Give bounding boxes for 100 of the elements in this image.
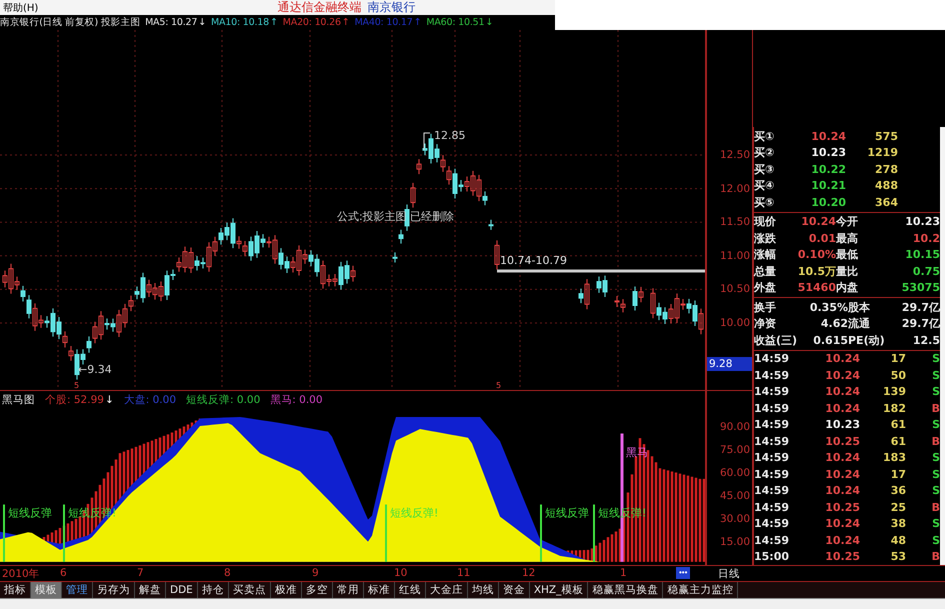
tick-time: 14:59 (754, 402, 790, 415)
template-tab[interactable]: 解盘 (135, 582, 166, 598)
stat-label: 外盘 (754, 280, 777, 296)
stat-label: 最低 (836, 247, 859, 262)
template-tab[interactable]: 管理 (62, 582, 93, 598)
tick-time: 14:59 (754, 534, 790, 547)
template-tab[interactable]: 买卖点 (228, 582, 271, 598)
indicator-name: 黑马图 (2, 393, 35, 407)
tick-price: 10.24 (824, 484, 860, 498)
tick-side: B (930, 550, 940, 564)
price-axis-label: 12.50 (720, 148, 751, 163)
month-label: 12 (522, 567, 536, 579)
price-axis-label: 10.50 (720, 282, 751, 298)
tick-volume: 139 (882, 385, 906, 398)
tick-volume: 36 (890, 484, 906, 498)
indicator-value: 短线反弹: 0.00 (186, 393, 260, 407)
tick-time: 14:59 (754, 352, 790, 366)
bid-price: 10.23 (810, 146, 846, 160)
more-button[interactable]: ••• (676, 567, 690, 579)
stat-label: 现价 (754, 214, 777, 230)
template-tab[interactable]: 资金 (498, 582, 530, 598)
template-tab[interactable]: 常用 (332, 582, 364, 598)
tick-price: 10.24 (824, 534, 860, 547)
tick-price: 10.25 (824, 550, 860, 564)
candlestick (416, 158, 422, 175)
help-menu[interactable]: 帮助(H) (0, 0, 42, 14)
tick-time: 14:59 (754, 517, 790, 530)
tick-price: 10.25 (824, 434, 860, 448)
indicator-axis-label: 30.00 (720, 512, 751, 527)
horse-label: 黑马 (626, 446, 648, 460)
indicator-value: 个股: 52.99↓ (45, 393, 114, 407)
tick-volume: 182 (882, 402, 906, 415)
range-label: 10.74-10.79 (500, 254, 567, 267)
tick-volume: 61 (890, 418, 906, 432)
stock-name: 南京银行 (367, 0, 416, 16)
stat-label: 量比 (836, 264, 859, 279)
tick-price: 10.24 (824, 451, 860, 464)
tick-price: 10.24 (824, 468, 860, 481)
template-tab[interactable]: 另存为 (93, 582, 135, 598)
tick-side: S (931, 451, 940, 464)
template-tab[interactable]: 红线 (394, 582, 426, 598)
tick-time: 14:59 (754, 468, 790, 481)
month-label: 8 (224, 567, 231, 579)
marker-label: 5 (496, 381, 502, 390)
tick-time: 14:59 (754, 500, 790, 514)
tick-price: 10.24 (824, 517, 860, 530)
stat-label: 今开 (836, 214, 859, 230)
stat-value: 10.2 (912, 232, 940, 245)
finance-label: 流通 (848, 316, 871, 332)
stat-label: 内盘 (836, 280, 859, 296)
finance-label: 换手 (754, 300, 777, 315)
template-tab[interactable]: 稳赢主力监控 (663, 582, 738, 598)
candlestick (494, 240, 500, 270)
template-tab[interactable]: 稳赢黑马换盘 (588, 582, 664, 598)
tick-price: 10.24 (824, 352, 860, 366)
moving-average-value: MA20: 10.26↑ (282, 17, 350, 28)
month-label: 6 (60, 567, 67, 579)
tick-price: 10.23 (824, 418, 860, 432)
tick-side: S (931, 385, 940, 398)
template-tab[interactable]: DDE (166, 582, 198, 598)
indicator-axis-label: 75.00 (720, 443, 751, 458)
bid-label: 买⑤ (754, 194, 776, 210)
stat-value: 10.24 (800, 215, 836, 228)
tick-side: S (931, 517, 940, 530)
tick-time: 15:00 (754, 550, 790, 564)
indicator-axis-label: 45.00 (720, 489, 751, 504)
tick-volume: 17 (890, 468, 906, 481)
finance-label: PE(动) (848, 332, 886, 348)
template-tab[interactable]: 标准 (364, 582, 395, 598)
finance-value: 0.35% (808, 300, 848, 314)
bid-price: 10.24 (810, 130, 846, 143)
template-tab[interactable]: 模板 (31, 582, 62, 598)
template-tab[interactable]: XHZ_模板 (530, 582, 588, 598)
tick-side: S (931, 368, 940, 382)
tick-side: B (930, 434, 940, 448)
bid-label: 买① (754, 128, 776, 144)
tick-volume: 48 (890, 534, 906, 547)
template-tab[interactable]: 均线 (468, 582, 499, 598)
bid-volume: 1219 (866, 146, 898, 160)
current-price-tag: 9.28 (707, 356, 752, 371)
tick-price: 10.24 (824, 368, 860, 382)
bid-volume: 575 (874, 130, 898, 143)
stat-value: 0.01 (808, 232, 836, 245)
tick-time: 14:59 (754, 418, 790, 432)
template-tab[interactable]: 大金庄 (426, 582, 468, 598)
template-tab[interactable]: 极准 (270, 582, 302, 598)
tick-time: 14:59 (754, 385, 790, 398)
template-tab[interactable]: 持仓 (198, 582, 229, 598)
finance-label: 净资 (754, 316, 777, 332)
marker-label: 5 (74, 381, 80, 390)
bid-label: 买④ (754, 178, 776, 194)
moving-average-value: MA5: 10.27↓ (145, 17, 206, 28)
month-label: 10 (394, 567, 408, 579)
finance-value: 29.7亿 (900, 316, 940, 332)
price-axis-label: 12.00 (720, 182, 751, 197)
tick-side: S (931, 352, 940, 366)
template-tab[interactable]: 多空 (302, 582, 333, 598)
finance-value: 0.615 (812, 334, 848, 347)
stat-value: 10.15 (904, 248, 940, 262)
tick-side: B (930, 500, 940, 514)
